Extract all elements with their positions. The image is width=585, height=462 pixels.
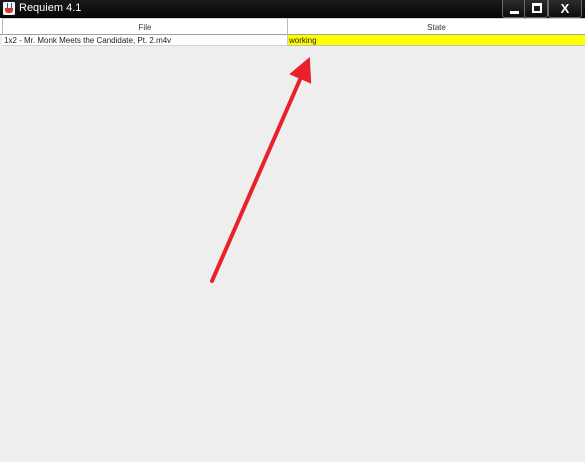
java-app-icon: [3, 2, 15, 15]
state-cell[interactable]: working: [288, 35, 585, 46]
file-cell[interactable]: 1x2 - Mr. Monk Meets the Candidate, Pt. …: [2, 35, 288, 46]
table-header: File State: [0, 18, 585, 35]
red-arrow-annotation: [210, 57, 312, 283]
maximize-icon: [532, 3, 542, 13]
close-icon: X: [560, 1, 570, 16]
minimize-button[interactable]: [502, 0, 526, 18]
window-title: Requiem 4.1: [19, 2, 82, 14]
column-header-file[interactable]: File: [2, 18, 288, 35]
arrow-line: [210, 57, 312, 283]
title-bar[interactable]: Requiem 4.1 X: [0, 0, 585, 18]
maximize-button[interactable]: [524, 0, 548, 18]
app-window: Requiem 4.1 X File State 1x2 - Mr. Monk …: [0, 0, 585, 462]
column-header-state[interactable]: State: [288, 18, 585, 35]
close-button[interactable]: X: [548, 0, 582, 18]
table-row[interactable]: 1x2 - Mr. Monk Meets the Candidate, Pt. …: [0, 35, 585, 46]
minimize-icon: [510, 11, 519, 14]
